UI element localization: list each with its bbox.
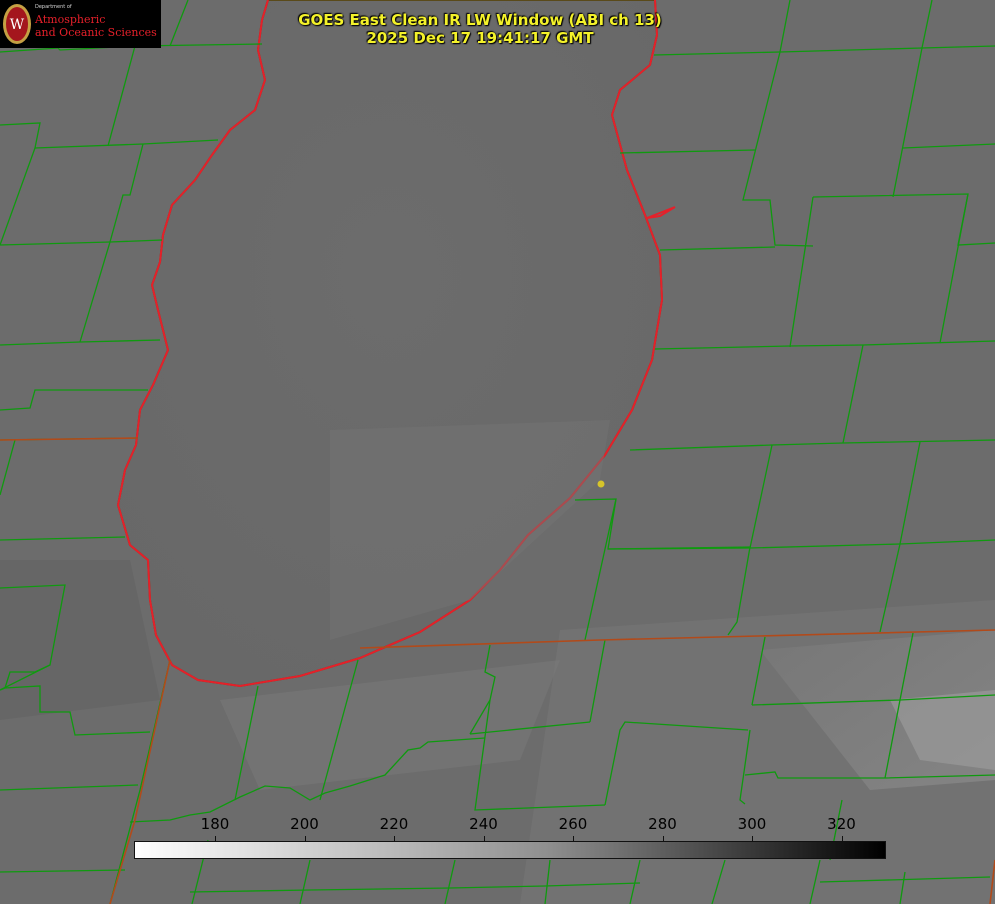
colorbar-tick-label: 220 (379, 815, 409, 833)
colorbar-tick-label: 180 (200, 815, 230, 833)
colorbar-tick-mark (483, 836, 485, 841)
colorbar-tick-label: 320 (827, 815, 856, 833)
colorbar-tick-label: 240 (469, 815, 498, 833)
colorbar-tick-mark (752, 836, 753, 841)
colorbar-tick-mark (394, 836, 395, 841)
colorbar-tick-mark (215, 836, 216, 841)
title-line1: GOES East Clean IR LW Window (ABI ch 13) (298, 11, 662, 29)
location-marker (597, 480, 605, 488)
title-line2: 2025 Dec 17 19:41:17 GMT (366, 29, 594, 47)
image-title: GOES East Clean IR LW Window (ABI ch 13)… (260, 11, 700, 47)
logo-text-line1: Atmospheric (35, 13, 106, 26)
logo-text-line2: and Oceanic Sciences (35, 26, 157, 39)
svg-text:W: W (10, 17, 25, 33)
colorbar-tick-mark (841, 836, 843, 841)
colorbar-tick-mark (573, 836, 574, 841)
colorbar-tick-label: 300 (737, 815, 767, 833)
ir-satellite-map (0, 0, 995, 904)
logo-dept-text: Department of (35, 4, 72, 10)
colorbar-tick-mark (304, 836, 306, 841)
temperature-colorbar (134, 841, 886, 859)
colorbar-tick-mark (662, 836, 664, 841)
colorbar-tick-label: 280 (648, 815, 677, 833)
crest-icon: W (3, 4, 31, 44)
colorbar-tick-label: 200 (290, 815, 319, 833)
satellite-image-view: W Department of Atmospheric and Oceanic … (0, 0, 995, 904)
university-logo: W Department of Atmospheric and Oceanic … (0, 0, 161, 48)
colorbar-tick-label: 260 (558, 815, 588, 833)
